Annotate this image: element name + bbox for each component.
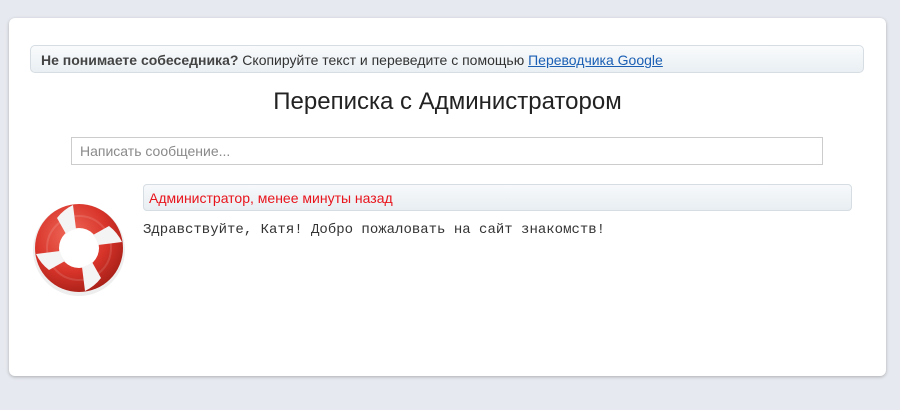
message-text: Здравствуйте, Катя! Добро пожаловать на … [143,222,606,238]
message-author-time: Администратор, менее минуты назад [149,190,393,206]
notice-text: Скопируйте текст и переведите с помощью [242,52,525,68]
message-header: Администратор, менее минуты назад [143,184,852,211]
translate-notice: Не понимаете собеседника? Скопируйте тек… [30,45,864,73]
avatar [29,198,129,298]
message-input[interactable] [71,137,823,165]
lifebuoy-icon [33,204,125,296]
google-translate-link[interactable]: Переводчика Google [528,52,663,68]
notice-bold-text: Не понимаете собеседника? [41,52,239,68]
content-card: Не понимаете собеседника? Скопируйте тек… [9,18,886,376]
page-title: Переписка с Администратором [273,88,622,115]
